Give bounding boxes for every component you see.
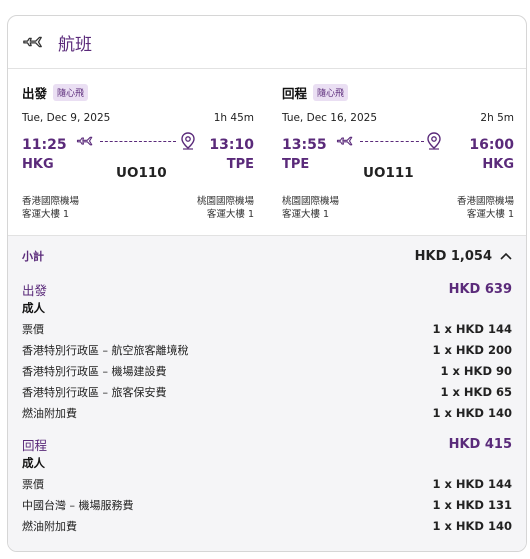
outbound-flight-number: UO110 bbox=[116, 165, 167, 181]
list-item: 香港特別行政區 – 旅客保安費 1 x HKD 65 bbox=[22, 384, 512, 400]
list-item: 燃油附加費 1 x HKD 140 bbox=[22, 518, 512, 534]
airport-name: 香港國際機場 bbox=[22, 196, 80, 207]
fee-value: 1 x HKD 144 bbox=[432, 322, 512, 336]
fee-value: 1 x HKD 140 bbox=[432, 406, 512, 420]
return-flight: 回程 隨心飛 Tue, Dec 16, 2025 2h 5m 13:55 TPE… bbox=[268, 69, 526, 235]
card-header: 航班 bbox=[8, 16, 526, 69]
outbound-arrive-code: TPE bbox=[226, 157, 254, 172]
list-item: 燃油附加費 1 x HKD 140 bbox=[22, 405, 512, 421]
return-depart-time: 13:55 bbox=[282, 137, 327, 153]
outbound-arrive-time: 13:10 bbox=[209, 137, 254, 153]
fee-label: 燃油附加費 bbox=[22, 407, 77, 420]
return-direction-label: 回程 bbox=[282, 86, 308, 101]
list-item: 票價 1 x HKD 144 bbox=[22, 476, 512, 492]
return-depart-airport: 桃園國際機場 客運大樓 1 bbox=[282, 195, 339, 221]
fare-badge: 隨心飛 bbox=[313, 84, 349, 101]
fare-badge: 隨心飛 bbox=[53, 84, 89, 101]
passenger-type: 成人 bbox=[22, 456, 45, 470]
fee-value: 1 x HKD 200 bbox=[432, 343, 512, 357]
price-breakdown: 小計 HKD 1,054 出發 HKD 639 成人 票價 1 x HKD 14… bbox=[8, 236, 526, 551]
route-line bbox=[100, 141, 176, 142]
terminal-name: 客運大樓 1 bbox=[206, 209, 254, 220]
outbound-depart-airport: 香港國際機場 客運大樓 1 bbox=[22, 195, 79, 221]
fee-value: 1 x HKD 144 bbox=[432, 477, 512, 491]
outbound-depart-time: 11:25 bbox=[22, 137, 67, 153]
depart-plane-icon bbox=[336, 136, 353, 146]
list-item: 香港特別行政區 – 航空旅客離境稅 1 x HKD 200 bbox=[22, 342, 512, 358]
list-item: 香港特別行政區 – 機場建設費 1 x HKD 90 bbox=[22, 363, 512, 379]
list-item: 中國台灣 – 機場服務費 1 x HKD 131 bbox=[22, 497, 512, 513]
subtotal-row[interactable]: 小計 HKD 1,054 bbox=[22, 248, 512, 264]
fee-value: 1 x HKD 90 bbox=[440, 364, 512, 378]
return-duration: 2h 5m bbox=[480, 112, 514, 124]
route-line bbox=[360, 141, 424, 142]
outbound-pax-row: 成人 bbox=[22, 300, 512, 316]
chevron-up-icon[interactable] bbox=[500, 252, 512, 260]
depart-plane-icon bbox=[76, 136, 93, 146]
return-date: Tue, Dec 16, 2025 bbox=[282, 112, 378, 124]
outbound-depart-code: HKG bbox=[22, 157, 54, 172]
fee-label: 香港特別行政區 – 旅客保安費 bbox=[22, 386, 167, 399]
terminal-name: 客運大樓 1 bbox=[22, 209, 70, 220]
card-title: 航班 bbox=[58, 34, 92, 55]
fee-value: 1 x HKD 65 bbox=[440, 385, 512, 399]
airport-name: 香港國際機場 bbox=[456, 196, 514, 207]
fee-label: 燃油附加費 bbox=[22, 520, 77, 533]
fee-label: 票價 bbox=[22, 478, 44, 491]
return-arrive-airport: 香港國際機場 客運大樓 1 bbox=[457, 195, 514, 221]
return-total: HKD 415 bbox=[448, 437, 512, 452]
flight-summary-card: 航班 出發 隨心飛 Tue, Dec 9, 2025 1h 45m 11:25 … bbox=[7, 15, 527, 552]
outbound-duration: 1h 45m bbox=[213, 112, 254, 124]
fee-label: 票價 bbox=[22, 323, 44, 336]
outbound-date: Tue, Dec 9, 2025 bbox=[22, 112, 111, 124]
outbound-section-label: 出發 bbox=[22, 283, 48, 298]
airport-name: 桃園國際機場 bbox=[196, 196, 254, 207]
return-flight-number: UO111 bbox=[363, 165, 414, 181]
outbound-total-row: 出發 HKD 639 bbox=[22, 280, 512, 299]
outbound-total: HKD 639 bbox=[448, 282, 512, 297]
terminal-name: 客運大樓 1 bbox=[282, 209, 330, 220]
fee-value: 1 x HKD 140 bbox=[432, 519, 512, 533]
plane-icon bbox=[23, 36, 42, 48]
airport-name: 桃園國際機場 bbox=[282, 196, 340, 207]
subtotal-label: 小計 bbox=[22, 250, 44, 263]
return-total-row: 回程 HKD 415 bbox=[22, 435, 512, 454]
subtotal-value: HKD 1,054 bbox=[414, 248, 492, 264]
return-arrive-time: 16:00 bbox=[469, 137, 514, 153]
terminal-name: 客運大樓 1 bbox=[466, 209, 514, 220]
fee-label: 香港特別行政區 – 航空旅客離境稅 bbox=[22, 344, 189, 357]
passenger-type: 成人 bbox=[22, 301, 45, 315]
return-arrive-code: HKG bbox=[482, 157, 514, 172]
location-pin-icon bbox=[427, 132, 441, 150]
outbound-direction-label: 出發 bbox=[22, 86, 48, 101]
list-item: 票價 1 x HKD 144 bbox=[22, 321, 512, 337]
return-section-label: 回程 bbox=[22, 438, 48, 453]
flight-details: 出發 隨心飛 Tue, Dec 9, 2025 1h 45m 11:25 HKG… bbox=[8, 69, 526, 236]
return-pax-row: 成人 bbox=[22, 455, 512, 471]
outbound-flight: 出發 隨心飛 Tue, Dec 9, 2025 1h 45m 11:25 HKG… bbox=[8, 69, 268, 235]
return-depart-code: TPE bbox=[282, 157, 310, 172]
fee-label: 香港特別行政區 – 機場建設費 bbox=[22, 365, 167, 378]
outbound-arrive-airport: 桃園國際機場 客運大樓 1 bbox=[197, 195, 254, 221]
fee-value: 1 x HKD 131 bbox=[432, 498, 512, 512]
location-pin-icon bbox=[181, 132, 195, 150]
fee-label: 中國台灣 – 機場服務費 bbox=[22, 499, 134, 512]
